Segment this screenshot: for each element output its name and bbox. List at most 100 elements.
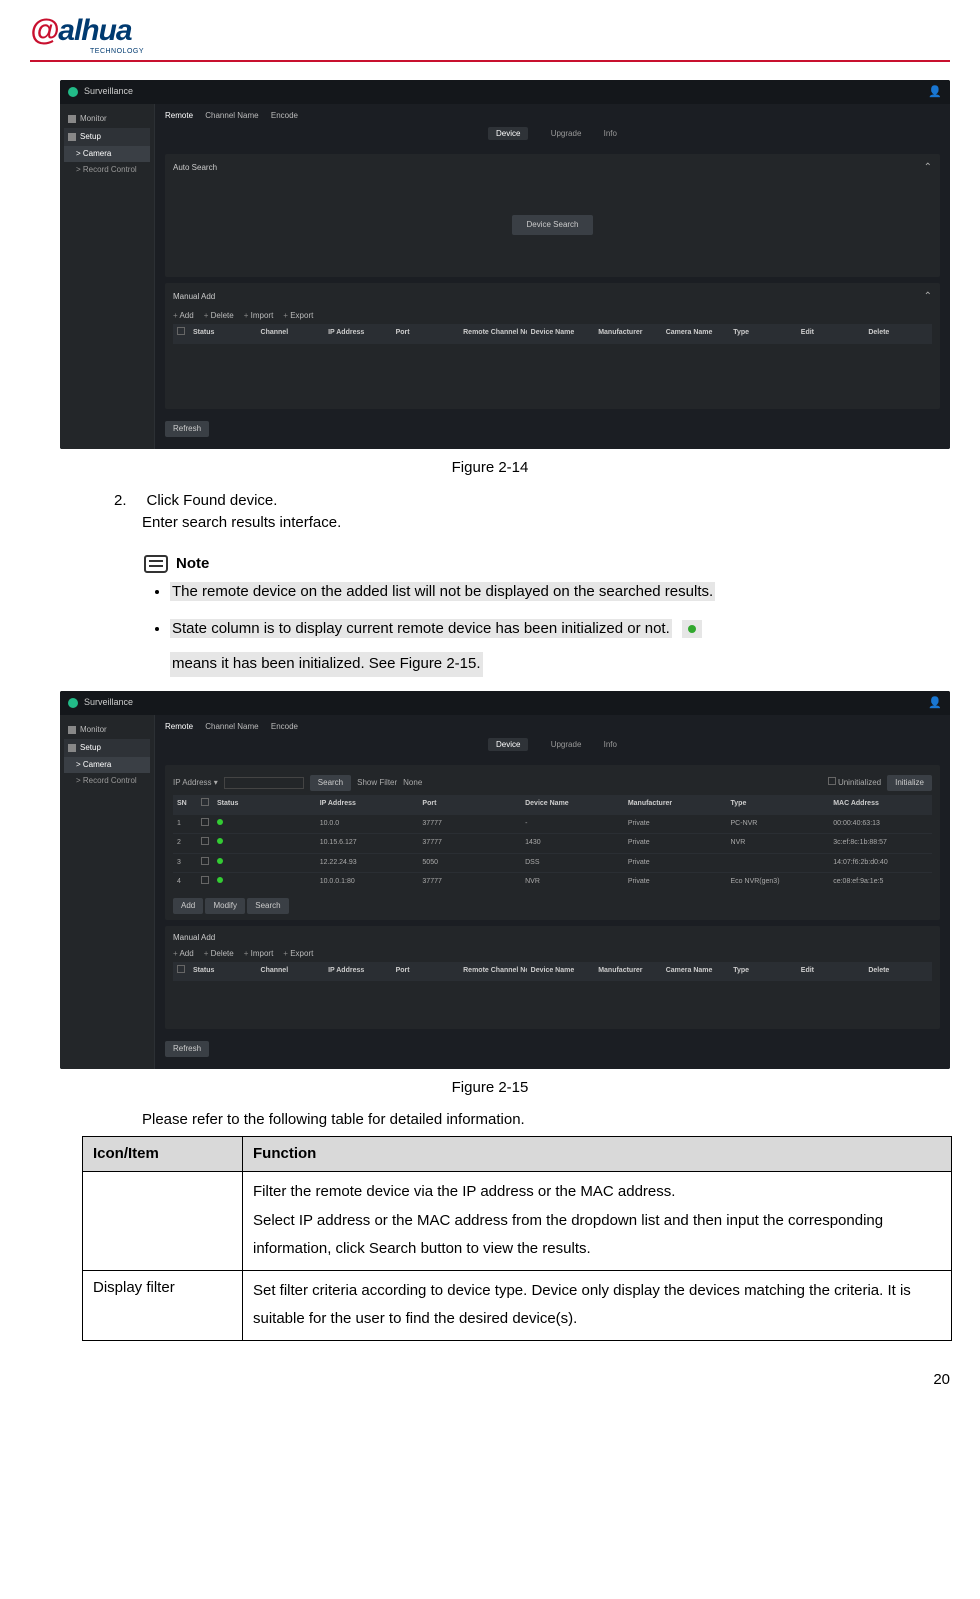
row-checkbox[interactable] [201,857,209,865]
col-delete: Delete [864,324,932,343]
collapse-icon[interactable]: ⌃ [924,289,932,304]
select-all-checkbox[interactable] [177,965,185,973]
search-button[interactable]: Search [310,775,351,791]
device-search-button[interactable]: Device Search [512,215,592,235]
table-row: Display filter Set filter criteria accor… [83,1270,952,1340]
import-button[interactable]: Import [244,948,274,960]
sidebar-item-monitor[interactable]: Monitor [64,721,150,739]
note-item-1: The remote device on the added list will… [170,581,950,604]
row-checkbox[interactable] [201,818,209,826]
row-checkbox[interactable] [201,837,209,845]
filter-input[interactable] [224,777,304,789]
tab-encode[interactable]: Encode [271,722,298,731]
search-button-2[interactable]: Search [247,898,288,914]
col-remote-ch: Remote Channel No. [459,962,527,981]
delete-button[interactable]: Delete [204,310,234,322]
refresh-button[interactable]: Refresh [165,421,209,437]
sidebar-item-setup[interactable]: Setup [64,739,150,757]
step-2: 2. Click Found device. [114,490,950,513]
note-item-2: State column is to display current remot… [170,618,950,677]
table-row[interactable]: 410.0.0.1:8037777NVRPrivateEco NVR(gen3)… [173,873,932,892]
select-all-checkbox[interactable] [201,798,209,806]
note-text-2a: State column is to display current remot… [170,619,672,638]
show-filter-label: Show Filter [357,777,397,789]
cell-item-1 [83,1172,243,1271]
add-button[interactable]: Add [173,948,194,960]
cell-item-2: Display filter [83,1270,243,1340]
export-button[interactable]: Export [283,310,313,322]
sidebar: Monitor Setup > Camera > Record Control [60,715,155,1069]
tab-upgrade[interactable]: Upgrade [551,129,582,138]
status-dot-icon [217,838,223,844]
tab-upgrade[interactable]: Upgrade [551,740,582,749]
cell-func-2: Set filter criteria according to device … [243,1270,952,1340]
col-type: Type [727,795,830,814]
tab-remote[interactable]: Remote [165,722,193,731]
note-icon [144,555,168,573]
collapse-icon[interactable]: ⌃ [924,160,932,175]
sidebar-item-setup[interactable]: Setup [64,128,150,146]
screenshot-figure-2-15: Surveillance 👤 Monitor Setup > Camera > … [60,691,950,1069]
col-ip: IP Address [324,962,392,981]
header-divider [30,60,950,62]
initialize-button[interactable]: Initialize [887,775,932,791]
select-all-checkbox[interactable] [177,327,185,335]
sidebar-sub-camera[interactable]: > Camera [64,757,150,773]
table-row [173,343,932,403]
status-dot-icon [217,858,223,864]
logo-text: alhua [58,14,131,47]
tab-device[interactable]: Device [488,738,528,751]
toolbar: Add Delete Import Export [173,308,932,324]
add-button[interactable]: Add [173,310,194,322]
uninitialized-label: Uninitialized [838,778,881,787]
col-manufacturer: Manufacturer [594,962,662,981]
note-block: Note [144,553,950,576]
tab-device[interactable]: Device [488,127,528,140]
app-icon [68,698,78,708]
table-row: Filter the remote device via the IP addr… [83,1172,952,1271]
tab-info[interactable]: Info [604,740,617,749]
info-table: Icon/Item Function Filter the remote dev… [82,1136,952,1341]
col-header-icon-item: Icon/Item [83,1136,243,1172]
tab-info[interactable]: Info [604,129,617,138]
row-checkbox[interactable] [201,876,209,884]
center-tabs: Device Upgrade Info [165,126,940,148]
add-button[interactable]: Add [173,898,203,914]
table-row[interactable]: 312.22.24.935050DSSPrivate14:07:f6:2b:d0… [173,853,932,873]
manual-add-label: Manual Add [173,291,215,303]
monitor-icon [68,726,76,734]
tab-remote[interactable]: Remote [165,111,193,120]
tab-channel-name[interactable]: Channel Name [205,722,258,731]
filter-none[interactable]: None [403,777,422,789]
table-row[interactable]: 110.0.037777-PrivatePC-NVR00:00:40:63:13 [173,814,932,834]
uninit-checkbox[interactable] [828,777,836,785]
col-header-function: Function [243,1136,952,1172]
col-sn: SN [173,795,197,814]
sidebar-sub-record[interactable]: > Record Control [64,162,150,178]
col-camera-name: Camera Name [662,962,730,981]
table-row[interactable]: 210.15.6.127377771430PrivateNVR3c:ef:8c:… [173,834,932,854]
window-title: Surveillance [84,696,133,710]
user-icon: 👤 [928,695,942,712]
modify-button[interactable]: Modify [205,898,245,914]
step-number: 2. [114,490,127,513]
tab-channel-name[interactable]: Channel Name [205,111,258,120]
col-mac: MAC Address [829,795,932,814]
tab-encode[interactable]: Encode [271,111,298,120]
note-text-2b: means it has been initialized. See Figur… [170,652,483,677]
col-port: Port [392,324,460,343]
sidebar-item-monitor[interactable]: Monitor [64,110,150,128]
filter-dropdown[interactable]: IP Address ▾ [173,777,218,789]
sidebar-sub-camera[interactable]: > Camera [64,146,150,162]
top-tabs: Remote Channel Name Encode [165,721,940,733]
cell-func-1: Filter the remote device via the IP addr… [243,1172,952,1271]
import-button[interactable]: Import [244,310,274,322]
refresh-button[interactable]: Refresh [165,1041,209,1057]
sidebar-sub-record[interactable]: > Record Control [64,773,150,789]
note-label: Note [176,553,209,576]
col-edit: Edit [797,962,865,981]
logo-subtext: TECHNOLOGY [90,47,950,58]
col-status: Status [189,962,257,981]
delete-button[interactable]: Delete [204,948,234,960]
export-button[interactable]: Export [283,948,313,960]
